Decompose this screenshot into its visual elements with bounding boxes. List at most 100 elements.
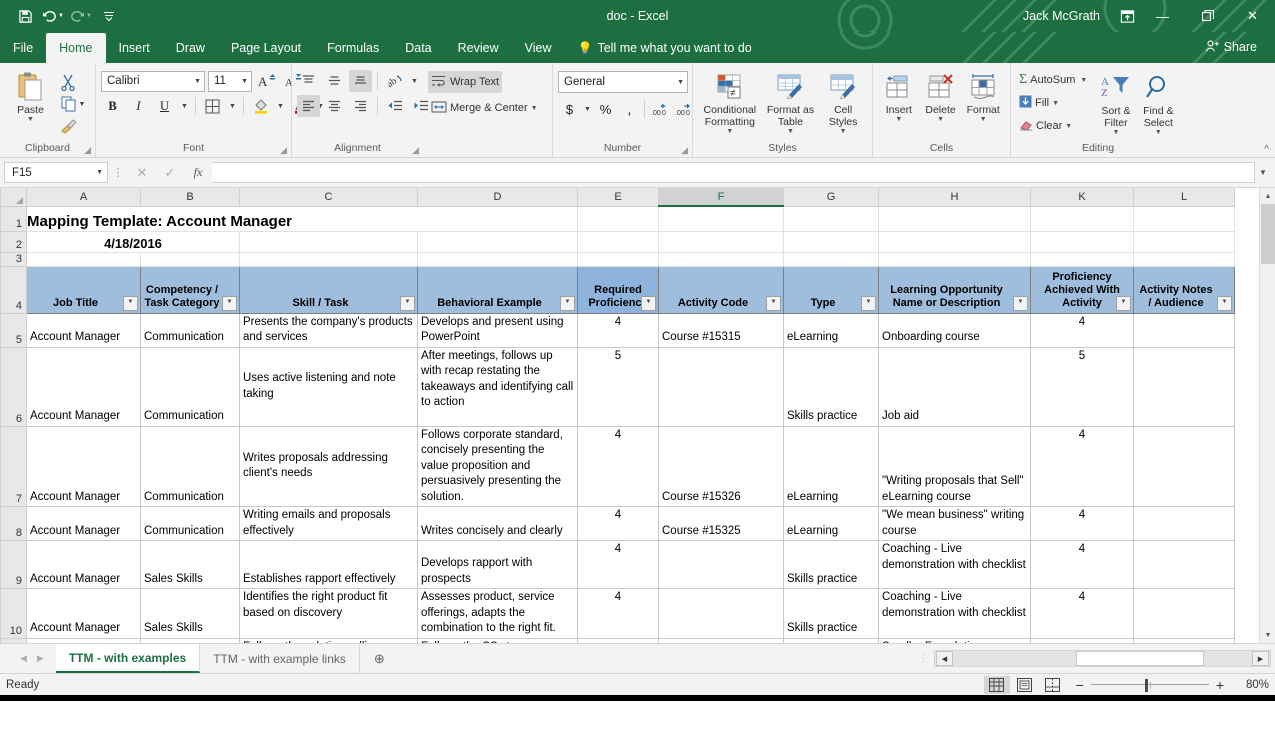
cell-behavioral[interactable]: Follows the SS steps, throughout sales p…: [417, 637, 578, 643]
column-header-c[interactable]: C: [239, 188, 418, 207]
scroll-up-button[interactable]: ▲: [1260, 188, 1275, 204]
underline-caret-icon[interactable]: ▼: [179, 95, 190, 117]
clear-caret-icon[interactable]: ▼: [1065, 123, 1072, 130]
select-all-corner[interactable]: [0, 188, 27, 207]
zoom-level-label[interactable]: 80%: [1231, 679, 1269, 691]
scroll-right-button[interactable]: ▶: [1252, 651, 1269, 666]
cell-type[interactable]: eLearning: [783, 506, 879, 542]
cell-job-title[interactable]: Account Manager: [26, 346, 141, 427]
table-header-activity-code[interactable]: Activity Code ▼: [658, 265, 784, 314]
vertical-scrollbar[interactable]: ▲ ▼: [1259, 188, 1275, 643]
row-header-7[interactable]: 7: [0, 425, 27, 508]
tell-me-search[interactable]: 💡 Tell me what you want to do: [565, 33, 765, 63]
cell-category[interactable]: Communication: [140, 346, 240, 427]
orientation-button[interactable]: ab: [383, 70, 406, 92]
sheet-tab-ttm-with-example-links[interactable]: TTM - with example links: [200, 644, 360, 673]
close-button[interactable]: ✕: [1230, 0, 1275, 32]
page-layout-view-button[interactable]: [1012, 676, 1038, 694]
cell-c3[interactable]: [239, 252, 418, 267]
column-header-b[interactable]: B: [140, 188, 240, 207]
accounting-caret-icon[interactable]: ▼: [582, 98, 593, 120]
column-header-l[interactable]: L: [1133, 188, 1235, 207]
horizontal-scroll-track[interactable]: [954, 651, 1251, 666]
cell-styles-button[interactable]: Cell Styles ▼: [820, 68, 866, 136]
cell-achieved-proficiency[interactable]: 4: [1030, 588, 1134, 639]
clear-button[interactable]: Clear ▼: [1016, 115, 1095, 137]
cell-required-proficiency[interactable]: 5: [577, 346, 659, 427]
cell-required-proficiency[interactable]: 4: [577, 588, 659, 639]
zoom-slider[interactable]: [1090, 678, 1209, 692]
fill-color-caret-icon[interactable]: ▼: [275, 95, 286, 117]
table-header-achieved-proficiency[interactable]: Proficiency Achieved With Activity ▼: [1030, 265, 1134, 314]
wrap-text-button[interactable]: Wrap Text: [428, 71, 503, 93]
cell-activity-code[interactable]: Course #22020: [658, 637, 784, 643]
cell-required-proficiency[interactable]: 4: [577, 540, 659, 590]
cell-skill[interactable]: Identifies the right product fit based o…: [239, 588, 418, 639]
cell-l1[interactable]: [1133, 206, 1235, 232]
row-header-10[interactable]: 10: [0, 588, 27, 639]
cell-behavioral[interactable]: Assesses product, service offerings, ada…: [417, 588, 578, 639]
cell-category[interactable]: Sales Skills: [140, 540, 240, 590]
cell-required-proficiency[interactable]: 4: [577, 425, 659, 508]
account-name[interactable]: Jack McGrath: [1023, 9, 1100, 23]
cell-category[interactable]: Communication: [140, 425, 240, 508]
cell-achieved-proficiency[interactable]: 4: [1030, 540, 1134, 590]
delete-cells-button[interactable]: Delete ▼: [920, 68, 962, 124]
row-header-6[interactable]: 6: [0, 346, 27, 427]
cell-achieved-proficiency[interactable]: 4: [1030, 312, 1134, 348]
cell-learning-opportunity[interactable]: Coaching - Live demonstration with check…: [878, 540, 1031, 590]
fill-color-button[interactable]: [249, 95, 272, 117]
decrease-indent-button[interactable]: [383, 95, 406, 117]
column-header-k[interactable]: K: [1030, 188, 1134, 207]
cell-f3[interactable]: [658, 252, 784, 267]
row-header-2[interactable]: 2: [0, 230, 27, 253]
column-header-d[interactable]: D: [417, 188, 578, 207]
filter-button-type[interactable]: ▼: [861, 295, 876, 311]
column-header-h[interactable]: H: [878, 188, 1031, 207]
column-header-a[interactable]: A: [26, 188, 141, 207]
align-bottom-button[interactable]: [349, 70, 372, 92]
increase-font-size-button[interactable]: A: [255, 70, 278, 92]
cell-h1[interactable]: [878, 206, 1031, 232]
align-middle-button[interactable]: [323, 70, 346, 92]
cell-k2[interactable]: [1030, 231, 1134, 253]
confirm-entry-button[interactable]: ✓: [156, 162, 184, 184]
insert-cells-button[interactable]: Insert ▼: [878, 68, 920, 124]
cell-activity-code[interactable]: Course #15326: [658, 425, 784, 508]
accounting-format-button[interactable]: $: [558, 98, 581, 120]
autosum-caret-icon[interactable]: ▼: [1080, 77, 1087, 84]
normal-view-button[interactable]: [983, 675, 1010, 694]
borders-caret-icon[interactable]: ▼: [227, 95, 238, 117]
comma-format-button[interactable]: ,: [618, 98, 641, 120]
row-header-8[interactable]: 8: [0, 506, 27, 542]
conditional-formatting-button[interactable]: ≠ Conditional Formatting ▼: [699, 68, 761, 136]
cell-notes[interactable]: [1133, 506, 1235, 542]
cell-behavioral[interactable]: After meetings, follows up with recap re…: [417, 346, 578, 427]
horizontal-scrollbar[interactable]: ◀ ▶: [934, 650, 1271, 667]
insert-cells-caret-icon[interactable]: ▼: [895, 116, 902, 124]
next-sheet-button[interactable]: ▶: [37, 653, 44, 664]
zoom-in-button[interactable]: +: [1216, 677, 1224, 693]
cell-notes[interactable]: [1133, 637, 1235, 643]
vertical-scroll-thumb[interactable]: [1261, 204, 1275, 264]
filter-button-required-proficiency[interactable]: ▼: [641, 295, 656, 311]
font-name-combo[interactable]: Calibri ▼: [101, 70, 205, 92]
ribbon-tab-insert[interactable]: Insert: [106, 33, 163, 63]
ribbon-display-options-icon[interactable]: [1114, 3, 1140, 29]
increase-decimal-button[interactable]: .00 0: [648, 98, 671, 120]
scroll-left-button[interactable]: ◀: [936, 651, 953, 666]
ribbon-tab-draw[interactable]: Draw: [163, 33, 218, 63]
formula-input[interactable]: [212, 162, 1255, 183]
name-box[interactable]: F15 ▼: [4, 162, 108, 183]
cell-required-proficiency[interactable]: 4: [577, 637, 659, 643]
align-center-button[interactable]: [323, 95, 346, 117]
row-header-5[interactable]: 5: [0, 312, 27, 348]
fill-caret-icon[interactable]: ▼: [1052, 100, 1059, 107]
cell-l3[interactable]: [1133, 252, 1235, 267]
cell-notes[interactable]: [1133, 540, 1235, 590]
bold-button[interactable]: B: [101, 95, 124, 117]
ribbon-tab-review[interactable]: Review: [445, 33, 512, 63]
cell-type[interactable]: Skills practice: [783, 588, 879, 639]
cell-g1[interactable]: [783, 206, 879, 232]
row-header-4[interactable]: 4: [0, 265, 27, 314]
